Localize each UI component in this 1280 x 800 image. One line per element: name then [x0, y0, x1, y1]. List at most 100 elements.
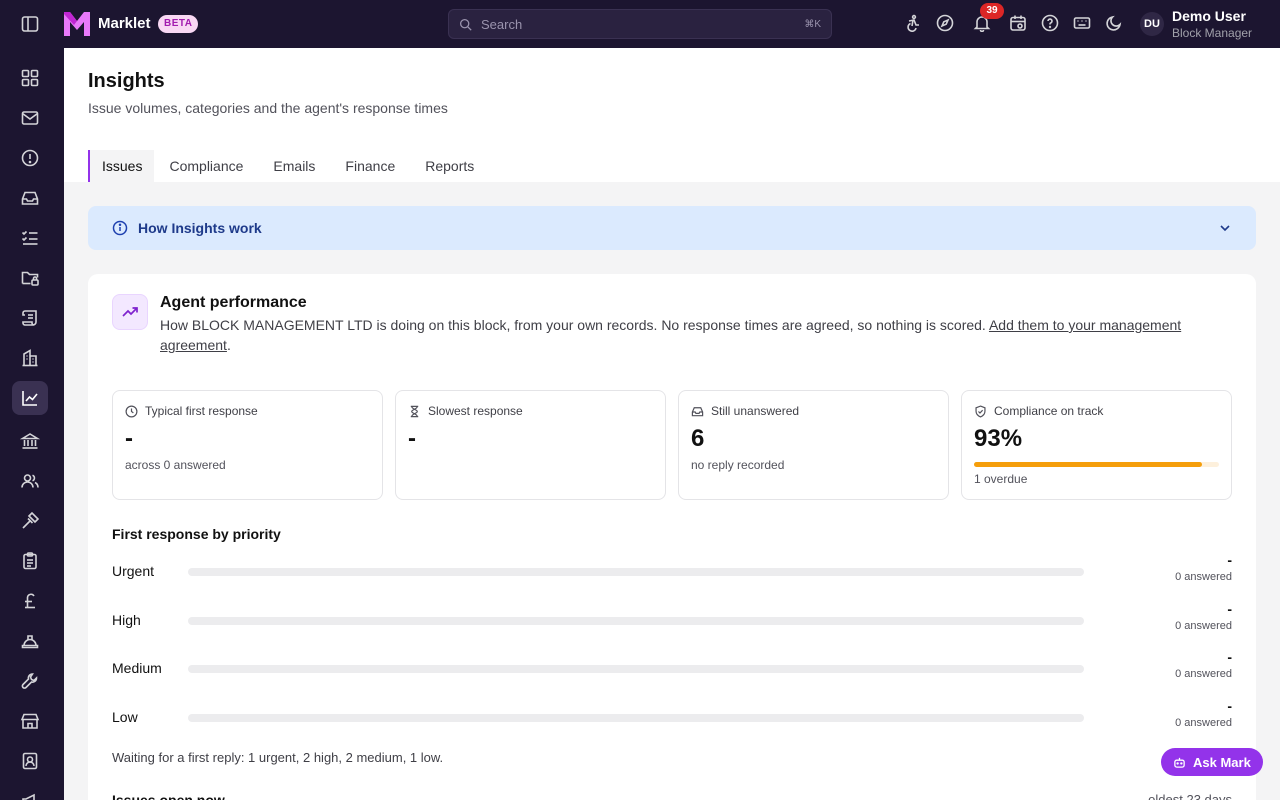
sidebar-toggle-icon[interactable] [20, 14, 40, 34]
chevron-down-icon[interactable] [1218, 221, 1232, 235]
search-shortcut: ⌘K [804, 18, 821, 30]
stat-value: 6 [691, 425, 705, 452]
priority-name: Medium [112, 660, 162, 676]
priority-bar [188, 568, 1084, 576]
calendar-icon[interactable] [1009, 14, 1027, 32]
marklet-logo[interactable] [64, 12, 90, 36]
sidebar-item-maintenance[interactable] [12, 664, 48, 698]
tab-reports[interactable]: Reports [410, 150, 489, 182]
priority-name: High [112, 612, 141, 628]
user-name[interactable]: Demo User [1172, 8, 1246, 24]
stat-still-unanswered: Still unanswered 6 no reply recorded [678, 390, 949, 500]
priority-row-urgent: Urgent - 0 answered [112, 552, 1232, 592]
stat-label: Slowest response [428, 404, 523, 418]
how-insights-work-accordion[interactable]: How Insights work [88, 206, 1256, 250]
checklist-icon [21, 230, 38, 245]
sidebar-item-bank[interactable] [12, 424, 48, 458]
moon-icon[interactable] [1105, 14, 1123, 32]
beta-badge: BETA [158, 15, 199, 33]
hammer-icon [22, 511, 40, 529]
sidebar-item-issues[interactable] [12, 141, 48, 175]
tab-emails[interactable]: Emails [258, 150, 330, 182]
stat-note: 1 overdue [974, 472, 1028, 486]
priority-row-medium: Medium - 0 answered [112, 649, 1232, 689]
card-description: How BLOCK MANAGEMENT LTD is doing on thi… [160, 317, 1182, 353]
sidebar [0, 48, 64, 800]
stat-note: no reply recorded [691, 458, 785, 472]
compass-icon[interactable] [936, 14, 954, 32]
user-role: Block Manager [1172, 26, 1253, 40]
search-placeholder: Search [481, 16, 523, 32]
tab-issues[interactable]: Issues [88, 150, 155, 182]
inbox-icon [21, 191, 39, 205]
stat-compliance-on-track: Compliance on track 93% 1 overdue [961, 390, 1232, 500]
priority-section-title: First response by priority [112, 526, 281, 542]
priority-answered: 0 answered [1175, 668, 1232, 680]
tab-compliance[interactable]: Compliance [154, 150, 258, 182]
priority-value: - [1227, 698, 1232, 714]
priority-value: - [1227, 552, 1232, 568]
wrench-icon [21, 673, 38, 689]
page-header: Insights Issue volumes, categories and t… [64, 48, 1280, 182]
stat-label: Typical first response [145, 404, 258, 418]
info-icon [112, 220, 128, 236]
pound-icon [25, 593, 35, 609]
users-icon [21, 474, 39, 488]
sidebar-item-people[interactable] [12, 464, 48, 498]
page-subtitle: Issue volumes, categories and the agent'… [88, 100, 448, 116]
line-chart-icon [22, 391, 38, 406]
sidebar-item-finance[interactable] [12, 584, 48, 618]
sidebar-item-suppliers[interactable] [12, 704, 48, 738]
inbox-icon [691, 406, 704, 416]
store-icon [20, 713, 40, 729]
app-name: Marklet [98, 15, 151, 32]
sidebar-item-insights[interactable] [12, 381, 48, 415]
help-icon[interactable] [1041, 14, 1059, 32]
accordion-label: How Insights work [138, 220, 262, 236]
sidebar-item-notes[interactable] [12, 301, 48, 335]
search-input[interactable]: Search ⌘K [448, 9, 832, 39]
priority-bar [188, 617, 1084, 625]
sidebar-item-mail[interactable] [12, 101, 48, 135]
card-title: Agent performance [160, 294, 307, 311]
ask-mark-button[interactable]: Ask Mark [1161, 748, 1263, 776]
dashboard-icon [21, 69, 39, 87]
sidebar-item-safety[interactable] [12, 624, 48, 658]
stat-note: across 0 answered [125, 458, 226, 472]
clipboard-icon [23, 552, 37, 570]
accessibility-icon[interactable] [904, 14, 922, 32]
priority-value: - [1227, 649, 1232, 665]
priority-row-high: High - 0 answered [112, 601, 1232, 641]
priority-bar [188, 665, 1084, 673]
sidebar-item-tasks[interactable] [12, 221, 48, 255]
sidebar-item-works[interactable] [12, 504, 48, 538]
stat-value: - [408, 425, 416, 452]
sidebar-item-clipboard[interactable] [12, 544, 48, 578]
sidebar-item-announcements[interactable] [12, 784, 48, 800]
tab-finance[interactable]: Finance [330, 150, 410, 182]
priority-bar [188, 714, 1084, 722]
sidebar-item-documents[interactable] [12, 261, 48, 295]
agent-performance-card: Agent performance How BLOCK MANAGEMENT L… [88, 274, 1256, 800]
priority-value: - [1227, 601, 1232, 617]
avatar[interactable]: DU [1140, 12, 1164, 36]
stat-label: Compliance on track [994, 404, 1104, 418]
sidebar-item-inbox[interactable] [12, 181, 48, 215]
priority-answered: 0 answered [1175, 620, 1232, 632]
stat-slowest-response: Slowest response - [395, 390, 666, 500]
compliance-progress-fill [974, 462, 1202, 467]
mail-icon [21, 111, 39, 125]
priority-name: Urgent [112, 563, 155, 579]
waiting-summary: Waiting for a first reply: 1 urgent, 2 h… [112, 750, 444, 765]
sidebar-item-buildings[interactable] [12, 341, 48, 375]
hourglass-icon [410, 405, 419, 417]
notification-count-badge: 39 [980, 3, 1004, 19]
folder-lock-icon [21, 271, 39, 286]
tab-bar: Issues Compliance Emails Finance Reports [88, 150, 489, 182]
issues-open-now-heading: Issues open now [112, 792, 225, 800]
keyboard-icon[interactable] [1073, 14, 1091, 32]
sidebar-item-contacts[interactable] [12, 744, 48, 778]
page-title: Insights [88, 70, 165, 92]
sidebar-item-dashboard[interactable] [12, 61, 48, 95]
search-icon [459, 18, 472, 31]
